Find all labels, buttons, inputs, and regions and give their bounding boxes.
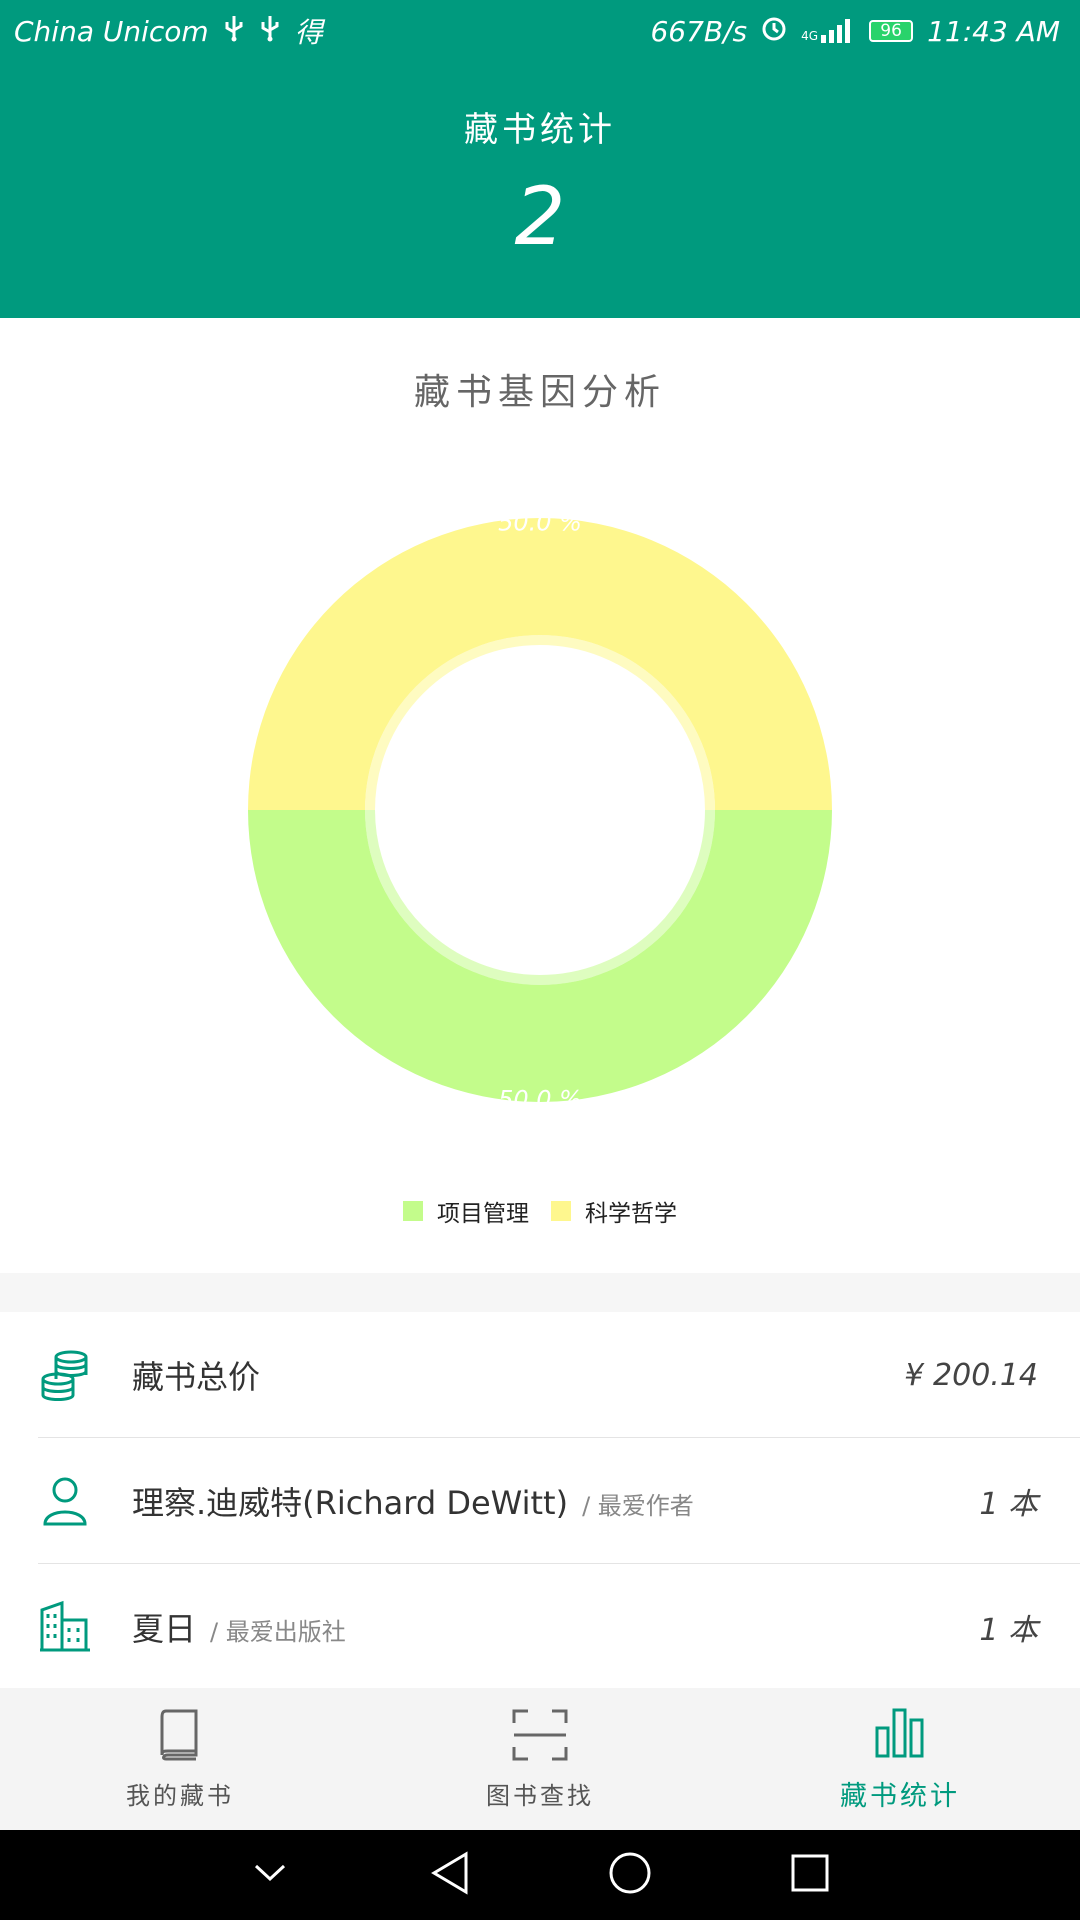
notification-icon: 得 (294, 16, 323, 49)
nav-collapse-button[interactable] (180, 1830, 360, 1920)
tab-collection-stats[interactable]: 藏书统计 (720, 1688, 1080, 1830)
scan-icon (511, 1708, 569, 1766)
donut-chart: 50.0 % 50.0 % (248, 509, 832, 1114)
legend-item[interactable]: 项目管理 (403, 1194, 529, 1228)
tab-book-search[interactable]: 图书查找 (360, 1688, 720, 1830)
donut-slice[interactable] (248, 518, 832, 810)
stat-row-favorite-author[interactable]: 理察.迪威特(Richard DeWitt) / 最爱作者 1 本 (0, 1438, 1080, 1564)
legend-label: 科学哲学 (585, 1201, 677, 1227)
book-icon (158, 1708, 202, 1766)
stat-sublabel: / 最爱作者 (582, 1492, 694, 1520)
carrier-label: China Unicom (14, 14, 209, 48)
coins-icon (38, 1348, 92, 1402)
nav-recents-button[interactable] (720, 1830, 900, 1920)
nav-home-button[interactable] (540, 1830, 720, 1920)
usb-icon (259, 14, 281, 49)
page-title: 藏书统计 (464, 110, 616, 150)
stat-value: ¥ 200.14 (904, 1357, 1038, 1393)
stat-sublabel: / 最爱出版社 (210, 1618, 346, 1646)
stat-row-favorite-publisher[interactable]: 夏日 / 最爱出版社 1 本 (0, 1564, 1080, 1690)
net-speed: 667B/s (650, 14, 748, 48)
chart-card: 藏书基因分析 50.0 % 50.0 % 项目管理 科学哲学 (0, 318, 1080, 1273)
recents-square-icon (790, 1853, 830, 1897)
building-icon (38, 1600, 92, 1654)
person-icon (38, 1474, 92, 1528)
tab-label: 图书查找 (486, 1781, 594, 1810)
tab-label: 我的藏书 (126, 1781, 234, 1810)
stat-row-total-price: 藏书总价 ¥ 200.14 (0, 1312, 1080, 1438)
legend-swatch (551, 1201, 571, 1221)
nav-back-button[interactable] (360, 1830, 540, 1920)
chevron-down-icon (252, 1862, 288, 1888)
stat-label: 藏书总价 (132, 1358, 261, 1396)
status-bar: China Unicom 得 667B/s 4G 96 11:43 AM (0, 0, 1080, 62)
legend-item[interactable]: 科学哲学 (551, 1194, 677, 1228)
back-triangle-icon (430, 1850, 470, 1900)
legend-swatch (403, 1201, 423, 1221)
stat-value: 1 本 (979, 1613, 1038, 1648)
stat-value: 1 本 (979, 1487, 1038, 1522)
tab-my-books[interactable]: 我的藏书 (0, 1688, 360, 1830)
stat-label: 理察.迪威特(Richard DeWitt) (132, 1484, 569, 1522)
stats-list: 藏书总价 ¥ 200.14 理察.迪威特(Richard DeWitt) / 最… (0, 1312, 1080, 1688)
legend-label: 项目管理 (437, 1201, 529, 1227)
battery-icon: 96 (869, 20, 914, 42)
system-nav-bar (0, 1830, 1080, 1920)
home-circle-icon (607, 1850, 653, 1900)
signal-icon: 4G (801, 19, 855, 43)
book-count: 2 (514, 170, 566, 263)
tab-label: 藏书统计 (840, 1780, 960, 1812)
slice-label: 50.0 % (498, 1086, 582, 1114)
bar-chart-icon (873, 1706, 927, 1764)
stats-header: 藏书统计 2 (0, 62, 1080, 318)
usb-icon (223, 14, 245, 49)
clock: 11:43 AM (927, 14, 1060, 48)
stat-label: 夏日 (132, 1610, 197, 1648)
slice-label: 50.0 % (498, 509, 582, 537)
donut-slice[interactable] (248, 810, 832, 1102)
alarm-icon (761, 15, 787, 48)
bottom-tab-bar: 我的藏书 图书查找 藏书统计 (0, 1688, 1080, 1830)
chart-legend: 项目管理 科学哲学 (0, 1194, 1080, 1228)
